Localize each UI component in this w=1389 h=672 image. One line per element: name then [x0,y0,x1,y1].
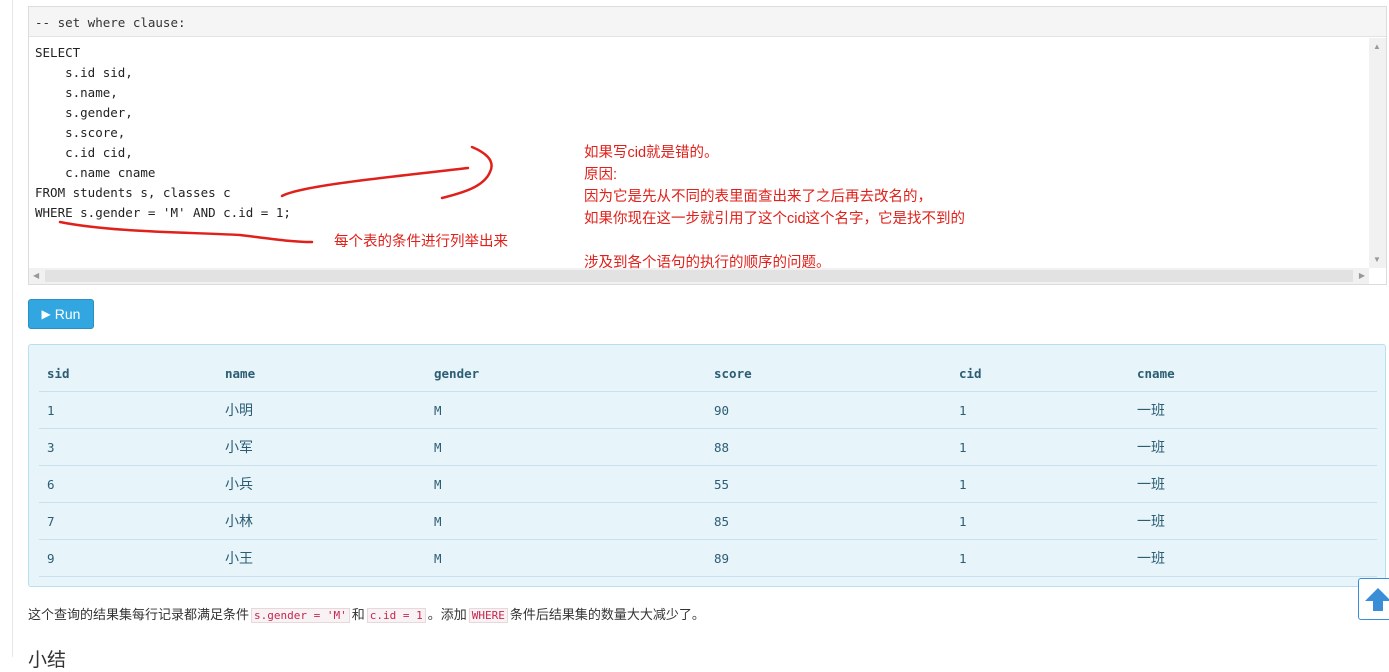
cell-cname: 一班 [1129,428,1377,466]
table-row: 9 小王 M 89 1 一班 [39,539,1377,577]
cell-name: 小兵 [217,465,426,503]
cell-cname: 一班 [1129,465,1377,503]
inline-code: c.id = 1 [366,608,426,623]
annotation-line: 如果写cid就是错的。 [584,145,719,161]
cell-gender: M [426,465,706,503]
cell-score: 88 [706,428,951,466]
annotation-line: 因为它是先从不同的表里面查出来了之后再去改名的， [584,189,932,205]
inline-code: s.gender = 'M' [251,608,350,623]
annotation-line: 原因: [584,167,618,183]
annotation-line: 涉及到各个语句的执行的顺序的问题。 [584,255,831,271]
table-row: 1 小明 M 90 1 一班 [39,391,1377,429]
run-button[interactable]: ▶ Run [28,299,94,329]
cell-cid: 1 [951,502,1129,540]
column-header-score: score [706,355,951,392]
play-icon: ▶ [41,307,51,321]
explanation-text: 这个查询的结果集每行记录都满足条件 [28,607,250,622]
cell-cid: 1 [951,391,1129,429]
cell-score: 85 [706,502,951,540]
annotation-line: 如果你现在这一步就引用了这个cid这个名字，它是找不到的 [584,211,966,227]
run-button-label: Run [54,306,81,322]
result-explanation: 这个查询的结果集每行记录都满足条件 s.gender = 'M' 和 c.id = 1… [28,604,705,623]
cell-score: 55 [706,465,951,503]
right-annotation: 如果写cid就是错的。 原因: 因为它是先从不同的表里面查出来了之后再去改名的，… [584,142,965,274]
scroll-right-icon[interactable]: ▶ [1359,271,1365,280]
cell-sid: 6 [39,465,217,503]
explanation-text: 和 [351,607,365,622]
cell-name: 小王 [217,539,426,577]
cell-sid: 7 [39,502,217,540]
cell-cname: 一班 [1129,391,1377,429]
results-panel: sid name gender score cid cname 1 小明 M 9… [28,344,1386,587]
back-to-top-button[interactable] [1358,578,1389,620]
table-row: 6 小兵 M 55 1 一班 [39,465,1377,503]
cell-sid: 9 [39,539,217,577]
arrow-up-icon [1365,588,1389,611]
sql-code[interactable]: SELECT s.id sid, s.name, s.gender, s.sco… [35,43,291,223]
explanation-text: 条件后结果集的数量大大减少了。 [509,607,705,622]
column-header-cname: cname [1129,355,1377,392]
inline-code: WHERE [468,608,508,623]
cell-score: 90 [706,391,951,429]
section-heading: 小结 [28,650,67,671]
cell-gender: M [426,539,706,577]
table-row: 3 小军 M 88 1 一班 [39,428,1377,466]
vertical-scrollbar[interactable]: ▲ ▼ [1369,38,1386,268]
cell-name: 小军 [217,428,426,466]
cell-gender: M [426,391,706,429]
cell-cid: 1 [951,465,1129,503]
cell-cname: 一班 [1129,539,1377,577]
annotation-line [584,230,965,252]
cell-name: 小林 [217,502,426,540]
cell-gender: M [426,428,706,466]
cell-cid: 1 [951,539,1129,577]
cell-cid: 1 [951,428,1129,466]
column-header-sid: sid [39,355,217,392]
scroll-up-icon[interactable]: ▲ [1373,42,1381,51]
left-annotation: 每个表的条件进行列举出来 [334,234,508,250]
column-header-name: name [217,355,426,392]
column-header-gender: gender [426,355,706,392]
explanation-text: 。添加 [427,607,467,622]
column-header-cid: cid [951,355,1129,392]
table-row: 7 小林 M 85 1 一班 [39,502,1377,540]
cell-score: 89 [706,539,951,577]
cell-cname: 一班 [1129,502,1377,540]
scroll-down-icon[interactable]: ▼ [1373,255,1381,264]
cell-gender: M [426,502,706,540]
page-left-border [12,0,13,657]
results-table: sid name gender score cid cname 1 小明 M 9… [39,355,1377,577]
cell-sid: 3 [39,428,217,466]
cell-name: 小明 [217,391,426,429]
cell-sid: 1 [39,391,217,429]
table-header-row: sid name gender score cid cname [39,355,1377,392]
scroll-left-icon[interactable]: ◀ [33,271,39,280]
editor-header: -- set where clause: [29,7,1386,37]
